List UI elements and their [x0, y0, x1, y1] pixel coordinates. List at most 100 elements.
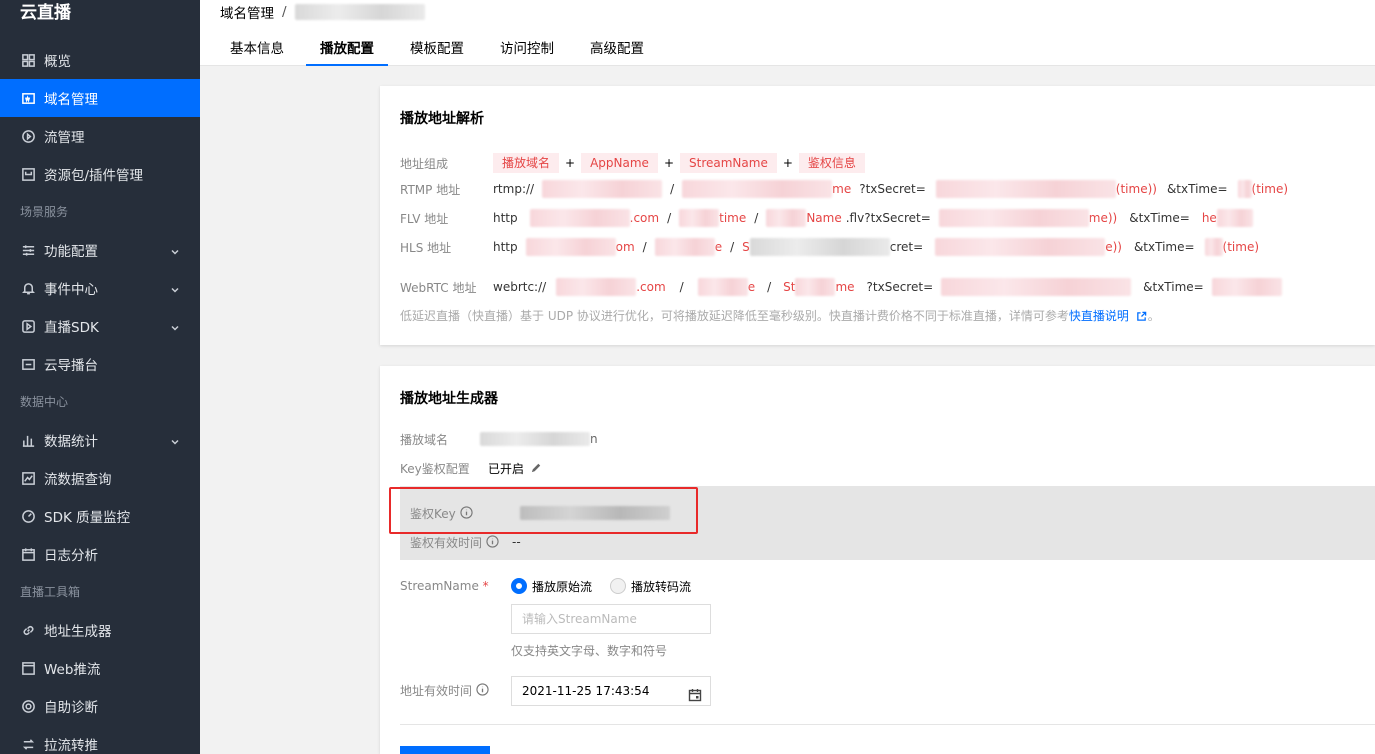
breadcrumb: 域名管理 / — [220, 2, 425, 22]
tab-advanced-config[interactable]: 高级配置 — [576, 34, 658, 66]
tab-playback-config[interactable]: 播放配置 — [306, 34, 388, 66]
app-redacted — [679, 209, 720, 227]
bar-chart-icon — [20, 432, 36, 448]
sidebar-item-label: Web推流 — [44, 662, 101, 678]
generate-button[interactable] — [400, 746, 490, 754]
breadcrumb-separator: / — [282, 4, 287, 20]
domain-fragment: om — [615, 240, 635, 254]
app-redacted — [697, 278, 748, 296]
sidebar-group-title: 直播工具箱 — [20, 585, 81, 599]
calendar-icon[interactable] — [688, 684, 702, 702]
external-link-icon[interactable] — [1136, 311, 1148, 323]
fast-live-docs-link[interactable]: 快直播说明 — [1069, 309, 1129, 323]
secret-param: .flv?txSecret= — [845, 211, 931, 225]
sidebar-item-label: 功能配置 — [44, 244, 98, 260]
url-prefix: http — [493, 211, 518, 225]
info-icon[interactable] — [486, 535, 500, 549]
sidebar-item-relay[interactable]: 拉流转推 — [0, 725, 200, 754]
radio-unchecked-icon — [610, 578, 627, 594]
sidebar-item-self-diagnosis[interactable]: 自助诊断 — [0, 687, 200, 725]
sidebar-item-event-center[interactable]: 事件中心 — [0, 269, 200, 307]
secret-redacted — [935, 238, 1106, 256]
radio-original-stream[interactable]: 播放原始流 — [511, 578, 592, 595]
time-param: &txTime= — [1166, 182, 1228, 196]
sidebar-item-label: 资源包/插件管理 — [44, 168, 144, 184]
breadcrumb-root[interactable]: 域名管理 — [220, 2, 274, 22]
row-label: 鉴权有效时间 — [410, 535, 483, 550]
info-icon[interactable] — [476, 683, 490, 697]
row-label: 地址有效时间 — [400, 683, 473, 698]
sidebar-item-address-generator[interactable]: 地址生成器 — [0, 611, 200, 649]
sidebar-item-live-sdk[interactable]: 直播SDK — [0, 307, 200, 345]
app-title: 云直播 — [20, 3, 71, 23]
url-prefix: webrtc:// — [493, 280, 547, 294]
sidebar-item-stream[interactable]: 流管理 — [0, 117, 200, 155]
sidebar-item-log-analysis[interactable]: 日志分析 — [0, 535, 200, 573]
address-parse-panel: 播放地址解析 地址组成 播放域名 + AppName + StreamName … — [380, 86, 1375, 345]
play-icon — [20, 318, 36, 334]
stream-icon — [20, 128, 36, 144]
domain-fragment: .com — [629, 211, 660, 225]
sidebar-item-label: 概览 — [44, 54, 71, 70]
url-prefix: http — [493, 240, 518, 254]
secret-redacted — [938, 209, 1089, 227]
tab-template-config[interactable]: 模板配置 — [396, 34, 478, 66]
sidebar-item-label: 流数据查询 — [44, 472, 112, 488]
row-label: StreamName * — [400, 579, 511, 593]
tab-access-control[interactable]: 访问控制 — [486, 34, 568, 66]
sidebar-item-sdk-quality[interactable]: SDK 质量监控 — [0, 497, 200, 535]
sliders-icon — [20, 242, 36, 258]
web-icon — [20, 660, 36, 676]
time-fragment: he — [1201, 211, 1217, 225]
row-label: RTMP 地址 — [400, 182, 461, 197]
hls-address-row: HLS 地址 http om / e / S cret= e)) &txTime… — [400, 236, 1259, 258]
tab-bar: 基本信息 播放配置 模板配置 访问控制 高级配置 — [216, 34, 666, 66]
sidebar-item-domain[interactable]: 域名管理 — [0, 79, 200, 117]
diagnose-icon — [20, 698, 36, 714]
url-separator: / — [754, 211, 759, 225]
row-label: WebRTC 地址 — [400, 280, 477, 295]
sidebar-item-cloud-director[interactable]: 云导播台 — [0, 345, 200, 383]
highlight-annotation-box — [389, 487, 698, 534]
time-fragment: (time) — [1251, 182, 1289, 196]
sidebar-item-label: 事件中心 — [44, 282, 98, 298]
expire-time-picker[interactable]: 2021-11-25 17:43:54 — [511, 676, 711, 706]
edit-icon[interactable] — [530, 461, 544, 475]
sidebar-item-feature-config[interactable]: 功能配置 — [0, 231, 200, 269]
low-latency-note: 低延迟直播（快直播）基于 UDP 协议进行优化，可将播放延迟降低至毫秒级别。快直… — [400, 307, 1160, 324]
rtmp-address-row: RTMP 地址 rtmp:// / me ?txSecret= (time)) … — [400, 178, 1288, 200]
note-text: 低延迟直播（快直播）基于 UDP 协议进行优化，可将播放延迟降低至毫秒级别。快直… — [400, 309, 1069, 323]
stream-fragment: Name — [806, 211, 842, 225]
time-param: &txTime= — [1133, 240, 1195, 254]
calendar-icon — [20, 546, 36, 562]
sidebar-item-data-stats[interactable]: 数据统计 — [0, 421, 200, 459]
stream-name-input[interactable]: 请输入StreamName — [511, 604, 711, 634]
domain-redacted — [529, 209, 630, 227]
row-label: FLV 地址 — [400, 211, 449, 226]
tag-domain: 播放域名 — [493, 153, 560, 173]
stream-redacted — [766, 209, 807, 227]
tag-streamname: StreamName — [680, 153, 777, 173]
domain-redacted — [542, 180, 663, 198]
stream-redacted — [749, 238, 890, 256]
domain-icon — [20, 90, 36, 106]
link-icon — [20, 622, 36, 638]
address-generator-panel: 播放地址生成器 播放域名 n Key鉴权配置 已开启 鉴权Key 鉴权有效时间 … — [380, 366, 1375, 754]
required-mark: * — [482, 579, 489, 593]
note-end: 。 — [1147, 309, 1160, 323]
auth-validity-row: 鉴权有效时间 -- — [410, 531, 521, 553]
secret-redacted — [941, 278, 1132, 296]
tab-basic-info[interactable]: 基本信息 — [216, 34, 298, 66]
domain-fragment: .com — [636, 280, 666, 294]
flv-address-row: FLV 地址 http .com / time / Name .flv?txSe… — [400, 207, 1253, 229]
sidebar-item-package[interactable]: 资源包/插件管理 — [0, 155, 200, 193]
package-icon — [20, 166, 36, 182]
domain-redacted — [556, 278, 637, 296]
radio-transcoded-stream[interactable]: 播放转码流 — [610, 578, 691, 595]
page-header: 域名管理 / 基本信息 播放配置 模板配置 访问控制 高级配置 — [200, 0, 1375, 66]
tag-auth-info: 鉴权信息 — [798, 153, 865, 173]
sidebar-item-overview[interactable]: 概览 — [0, 41, 200, 79]
sidebar-item-label: 流管理 — [44, 130, 85, 146]
sidebar-item-stream-query[interactable]: 流数据查询 — [0, 459, 200, 497]
sidebar-item-web-push[interactable]: Web推流 — [0, 649, 200, 687]
